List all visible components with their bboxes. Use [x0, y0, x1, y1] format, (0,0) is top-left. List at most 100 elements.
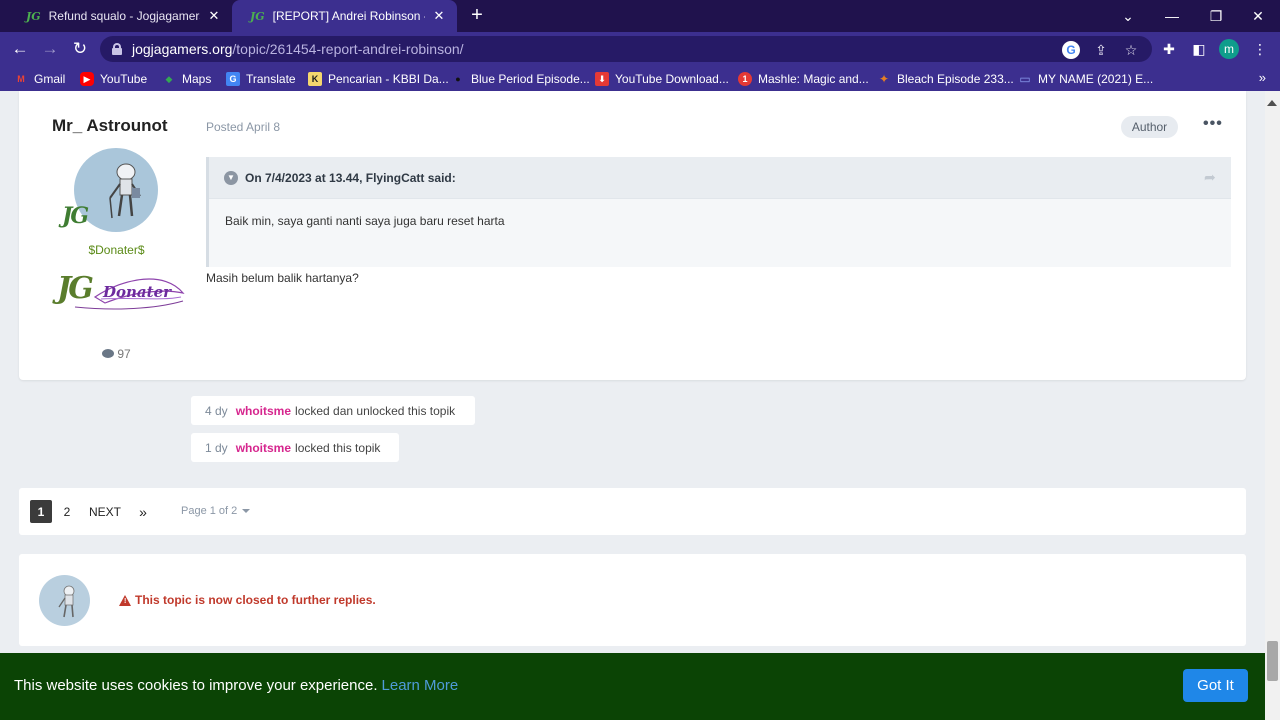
- quote-collapse-chevron-icon[interactable]: ▼: [224, 171, 238, 185]
- bookmark-gmail[interactable]: M Gmail: [14, 70, 65, 88]
- post-count[interactable]: 97: [19, 347, 214, 361]
- quote-jump-arrow-icon[interactable]: ➦: [1204, 169, 1216, 186]
- url-path: /topic/261454-report-andrei-robinson/: [232, 41, 464, 57]
- jg-rank-badge: JG: [62, 203, 89, 229]
- bookmark-translate[interactable]: G Translate: [226, 70, 296, 88]
- tab-report-andrei-robinson[interactable]: JG [REPORT] Andrei Robinson - Pag ✕: [232, 0, 457, 32]
- forum-post: Mr_ Astrounot JG $Donater$ JG Donater 97…: [19, 91, 1246, 380]
- scrollbar-thumb[interactable]: [1267, 641, 1278, 681]
- moderation-event: 4 dy whoitsme locked dan unlocked this t…: [191, 396, 475, 425]
- bookmark-my-name[interactable]: ▭ MY NAME (2021) E...: [1018, 70, 1153, 88]
- back-arrow-icon[interactable]: ←: [8, 38, 32, 60]
- jogjagamers-favicon-icon: JG: [250, 9, 265, 23]
- quote-header: ▼ On 7/4/2023 at 13.44, FlyingCatt said:…: [209, 157, 1231, 199]
- post-body-text: Masih belum balik hartanya?: [206, 271, 359, 285]
- lock-icon[interactable]: [112, 43, 122, 55]
- last-page-icon[interactable]: »: [135, 500, 151, 523]
- address-bar[interactable]: jogjagamers.org/topic/261454-report-andr…: [100, 36, 1152, 62]
- bookmark-youtube-download[interactable]: ⬇ YouTube Download...: [595, 70, 729, 88]
- member-group-title: $Donater$: [88, 243, 145, 257]
- bookmark-kbbi[interactable]: K Pencarian - KBBI Da...: [308, 70, 449, 88]
- event-user-link[interactable]: whoitsme: [236, 404, 291, 418]
- event-time[interactable]: 4 dy: [205, 404, 228, 418]
- restore-icon[interactable]: ❐: [1194, 0, 1238, 32]
- post-author-name[interactable]: Mr_ Astrounot: [52, 116, 168, 136]
- bookmark-label: Gmail: [34, 72, 66, 86]
- pagination: 1 2 NEXT » Page 1 of 2: [19, 488, 1246, 535]
- url-text[interactable]: jogjagamers.org/topic/261454-report-andr…: [132, 41, 464, 57]
- donater-badge-image: JG Donater: [55, 267, 185, 313]
- download-icon: ⬇: [595, 72, 609, 86]
- tab-refund-squalo[interactable]: JG Refund squalo - Jogjagamers Co ✕: [8, 0, 232, 32]
- page-scrollbar[interactable]: [1265, 91, 1280, 720]
- side-panel-icon[interactable]: ◧: [1189, 39, 1209, 59]
- bookmark-label: Pencarian - KBBI Da...: [328, 72, 449, 86]
- next-page-button[interactable]: NEXT: [89, 500, 121, 523]
- event-action: locked dan unlocked this topik: [295, 403, 456, 418]
- bookmark-youtube[interactable]: ▶ YouTube: [80, 70, 147, 88]
- profile-avatar[interactable]: m: [1219, 39, 1239, 59]
- tab-title: [REPORT] Andrei Robinson - Pag: [272, 9, 425, 23]
- page-jump-dropdown[interactable]: Page 1 of 2: [181, 505, 251, 517]
- post-more-options-icon[interactable]: •••: [1203, 115, 1223, 133]
- chrome-menu-icon[interactable]: ⋮: [1250, 39, 1270, 59]
- bookmark-label: Maps: [182, 72, 212, 86]
- close-window-icon[interactable]: ✕: [1236, 0, 1280, 32]
- extensions-puzzle-icon[interactable]: ✚: [1159, 39, 1179, 59]
- event-user-link[interactable]: whoitsme: [236, 441, 291, 455]
- page-content: Mr_ Astrounot JG $Donater$ JG Donater 97…: [0, 91, 1280, 720]
- bookmark-label: YouTube Download...: [615, 72, 729, 86]
- tab-search-chevron-icon[interactable]: ⌄: [1106, 0, 1150, 32]
- tab-title: Refund squalo - Jogjagamers Co: [48, 9, 200, 23]
- bookmark-bleach[interactable]: ✦ Bleach Episode 233...: [877, 70, 1014, 88]
- share-icon[interactable]: ⇪: [1092, 41, 1110, 59]
- bookmark-label: Mashle: Magic and...: [758, 72, 869, 86]
- bookmarks-overflow-icon[interactable]: »: [1259, 70, 1266, 85]
- posted-date[interactable]: Posted April 8: [206, 120, 280, 134]
- cookie-message: This website uses cookies to improve you…: [14, 677, 458, 694]
- tab-close-icon[interactable]: ✕: [206, 8, 222, 24]
- tab-strip: JG Refund squalo - Jogjagamers Co ✕ JG […: [0, 0, 1280, 32]
- bookmark-blue-period[interactable]: ● Blue Period Episode...: [451, 70, 590, 88]
- scroll-up-arrow-icon[interactable]: [1267, 100, 1277, 106]
- bookmarks-bar: M Gmail ▶ YouTube ◆ Maps G Translate K P…: [0, 66, 1280, 91]
- caret-down-icon: [242, 509, 251, 514]
- reload-icon[interactable]: ↻: [68, 38, 92, 60]
- tv-icon: ▭: [1019, 72, 1031, 86]
- topic-closed-text: This topic is now closed to further repl…: [135, 593, 376, 607]
- event-time[interactable]: 1 dy: [205, 441, 228, 455]
- donater-badge-word: Donater: [103, 283, 172, 301]
- gmail-icon: M: [17, 74, 25, 84]
- bookmark-mashle[interactable]: 1 Mashle: Magic and...: [738, 70, 869, 88]
- topic-closed-message: ! This topic is now closed to further re…: [119, 593, 376, 607]
- event-action: locked this topik: [295, 440, 381, 455]
- warning-triangle-icon: !: [119, 594, 131, 606]
- page-button-current[interactable]: 1: [30, 500, 52, 523]
- bookmark-label: MY NAME (2021) E...: [1038, 72, 1154, 86]
- mashle-icon: 1: [738, 72, 752, 86]
- current-user-avatar[interactable]: [39, 575, 90, 626]
- forward-arrow-icon[interactable]: →: [38, 38, 62, 60]
- comment-bubble-icon: [102, 349, 115, 358]
- bookmark-star-icon[interactable]: ☆: [1122, 41, 1140, 59]
- browser-toolbar: ← → ↻ jogjagamers.org/topic/261454-repor…: [0, 32, 1280, 66]
- learn-more-link[interactable]: Learn More: [382, 677, 459, 694]
- translate-icon: G: [226, 72, 240, 86]
- bookmark-maps[interactable]: ◆ Maps: [162, 70, 212, 88]
- tab-close-icon[interactable]: ✕: [431, 8, 447, 24]
- quote-citation[interactable]: On 7/4/2023 at 13.44, FlyingCatt said:: [245, 171, 456, 185]
- bookmark-label: Blue Period Episode...: [471, 72, 590, 86]
- donater-badge-jg: JG: [57, 271, 94, 306]
- got-it-button[interactable]: Got It: [1183, 669, 1248, 702]
- jogjagamers-favicon-icon: JG: [26, 9, 41, 23]
- post-count-value: 97: [117, 347, 131, 361]
- cookie-consent-bar: This website uses cookies to improve you…: [0, 653, 1265, 720]
- author-badge: Author: [1121, 116, 1178, 138]
- google-lens-icon[interactable]: G: [1062, 41, 1080, 59]
- page-button-2[interactable]: 2: [59, 500, 75, 523]
- new-tab-icon[interactable]: +: [466, 5, 488, 27]
- quoted-post: ▼ On 7/4/2023 at 13.44, FlyingCatt said:…: [206, 157, 1231, 267]
- page-of-label: Page 1 of 2: [181, 505, 238, 517]
- topic-closed-box: ! This topic is now closed to further re…: [19, 554, 1246, 646]
- minimize-icon[interactable]: —: [1150, 0, 1194, 32]
